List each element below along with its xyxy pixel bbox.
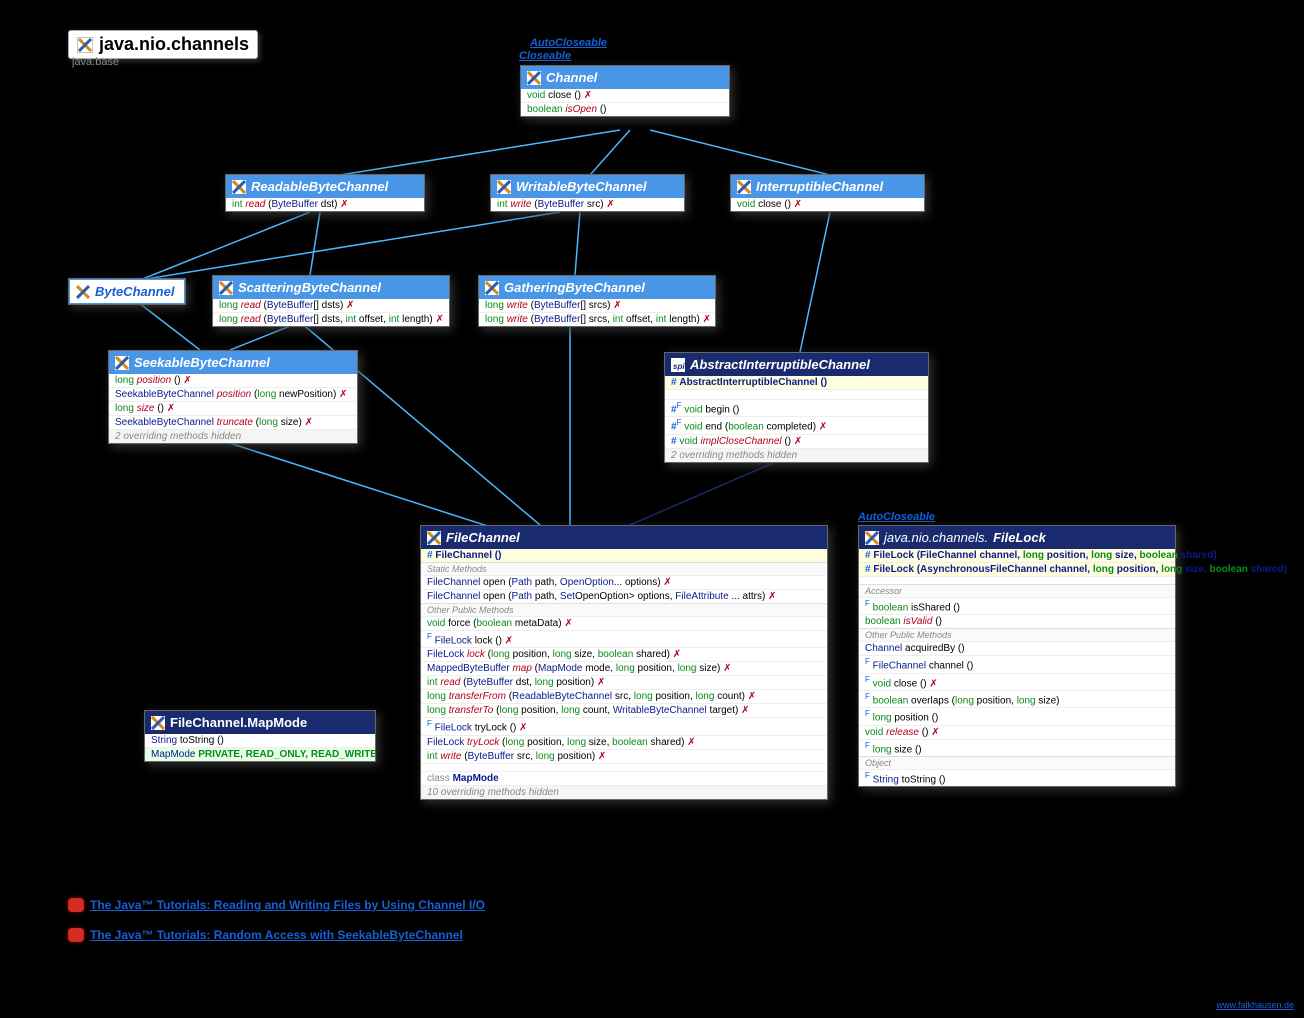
constructor-row: # FileLock (FileChannel channel, long po… <box>859 549 1175 562</box>
class-seekablebytechannel: SeekableByteChannel long position () ✗ S… <box>108 350 358 444</box>
section-static: Static Methods <box>421 562 827 575</box>
method-row: boolean isValid () <box>859 614 1175 628</box>
method-row: long write (ByteBuffer[] srcs, int offse… <box>479 312 715 326</box>
external-link-2[interactable]: The Java™ Tutorials: Random Access with … <box>68 928 463 942</box>
method-row: long size () ✗ <box>109 401 357 415</box>
interface-icon <box>76 285 90 299</box>
method-row: MappedByteBuffer map (MapMode mode, long… <box>421 661 827 675</box>
method-row: FileLock lock (long position, long size,… <box>421 647 827 661</box>
method-row: long write (ByteBuffer[] srcs) ✗ <box>479 299 715 312</box>
class-icon <box>427 531 441 545</box>
class-filechannel: FileChannel # FileChannel ()Static Metho… <box>420 525 828 800</box>
class-header: Channel <box>521 66 729 89</box>
svg-text:spi: spi <box>673 362 685 371</box>
class-readablebytechannel: ReadableByteChannel int read (ByteBuffer… <box>225 174 425 212</box>
method-row: void close () ✗ <box>731 198 924 211</box>
inheritance-edges <box>0 0 1304 1018</box>
method-row: void force (boolean metaData) ✗ <box>421 616 827 630</box>
class-writablebytechannel: WritableByteChannel int write (ByteBuffe… <box>490 174 685 212</box>
link-closeable[interactable]: Closeable <box>519 50 571 62</box>
interface-icon <box>497 180 511 194</box>
interface-icon <box>232 180 246 194</box>
method-row: # void implCloseChannel () ✗ <box>665 434 928 448</box>
method-row: F FileChannel channel () <box>859 655 1175 672</box>
method-row: long position () ✗ <box>109 374 357 387</box>
section-other: Other Public Methods <box>421 603 827 616</box>
module-name: java.base <box>72 56 119 68</box>
method-row: F long position () <box>859 707 1175 724</box>
section-object: Object <box>859 756 1175 769</box>
method-row: F void close () ✗ <box>859 673 1175 690</box>
method-row: int write (ByteBuffer src) ✗ <box>491 198 684 211</box>
method-row: long read (ByteBuffer[] dsts) ✗ <box>213 299 449 312</box>
constructor-row: # AbstractInterruptibleChannel () <box>665 376 928 389</box>
interface-icon <box>737 180 751 194</box>
external-link-1[interactable]: The Java™ Tutorials: Reading and Writing… <box>68 898 485 912</box>
hidden-methods-note: 10 overriding methods hidden <box>421 785 827 799</box>
method-row: long transferTo (long position, long cou… <box>421 703 827 717</box>
method-row: F String toString () <box>859 769 1175 786</box>
class-scatteringbytechannel: ScatteringByteChannel long read (ByteBuf… <box>212 275 450 327</box>
method-row: F boolean isShared () <box>859 597 1175 614</box>
method-row: Channel acquiredBy () <box>859 641 1175 655</box>
method-row: long read (ByteBuffer[] dsts, int offset… <box>213 312 449 326</box>
oracle-icon <box>68 898 84 912</box>
method-row: #F void end (boolean completed) ✗ <box>665 416 928 433</box>
method-row: void release () ✗ <box>859 725 1175 739</box>
hidden-methods-note: 2 overriding methods hidden <box>109 429 357 443</box>
constructor-row: # FileChannel () <box>421 549 827 562</box>
package-name: java.nio.channels <box>99 34 249 55</box>
class-mapmode: FileChannel.MapMode String toString ()Ma… <box>144 710 376 762</box>
method-row: FileChannel open (Path path, SetOpenOpti… <box>421 589 827 603</box>
class-interruptiblechannel: InterruptibleChannel void close () ✗ <box>730 174 925 212</box>
method-row: #F void begin () <box>665 399 928 416</box>
class-channel: Channel void close () ✗ boolean isOpen (… <box>520 65 730 117</box>
class-filelock: java.nio.channels.FileLock # FileLock (F… <box>858 525 1176 787</box>
method-row: int read (ByteBuffer dst, long position)… <box>421 675 827 689</box>
method-row: SeekableByteChannel position (long newPo… <box>109 387 357 401</box>
link-autocloseable[interactable]: AutoCloseable <box>530 37 607 49</box>
oracle-icon <box>68 928 84 942</box>
hidden-methods-note: 2 overriding methods hidden <box>665 448 928 462</box>
method-row: boolean isOpen () <box>521 102 729 116</box>
interface-icon <box>527 71 541 85</box>
method-row: SeekableByteChannel truncate (long size)… <box>109 415 357 429</box>
package-icon <box>77 37 93 53</box>
method-row: FileLock tryLock (long position, long si… <box>421 735 827 749</box>
constants-row: MapMode PRIVATE, READ_ONLY, READ_WRITE <box>145 747 375 761</box>
class-gatheringbytechannel: GatheringByteChannel long write (ByteBuf… <box>478 275 716 327</box>
attribution-link[interactable]: www.falkhausen.de <box>1216 1000 1294 1010</box>
method-row: FileChannel open (Path path, OpenOption.… <box>421 575 827 589</box>
method-row: long transferFrom (ReadableByteChannel s… <box>421 689 827 703</box>
class-icon: spi <box>671 358 685 372</box>
interface-icon <box>219 281 233 295</box>
method-row: int write (ByteBuffer src, long position… <box>421 749 827 763</box>
package-title: java.nio.channels <box>68 30 258 59</box>
method-row: F long size () <box>859 739 1175 756</box>
interface-icon <box>115 356 129 370</box>
class-icon <box>865 531 879 545</box>
class-bytechannel: ByteChannel <box>68 278 186 305</box>
inner-class: class MapMode <box>421 771 827 785</box>
section-other: Other Public Methods <box>859 628 1175 641</box>
method-row: String toString () <box>145 734 375 747</box>
section-accessor: Accessor <box>859 584 1175 597</box>
method-row: void close () ✗ <box>521 89 729 102</box>
method-row: F FileLock tryLock () ✗ <box>421 717 827 734</box>
class-abstractinterruptiblechannel: spiAbstractInterruptibleChannel # Abstra… <box>664 352 929 463</box>
method-row: F FileLock lock () ✗ <box>421 630 827 647</box>
constructor-row: # FileLock (AsynchronousFileChannel chan… <box>859 562 1175 576</box>
method-row: int read (ByteBuffer dst) ✗ <box>226 198 424 211</box>
interface-icon <box>485 281 499 295</box>
method-row: F boolean overlaps (long position, long … <box>859 690 1175 707</box>
class-icon <box>151 716 165 730</box>
link-autocloseable-2[interactable]: AutoCloseable <box>858 511 935 523</box>
